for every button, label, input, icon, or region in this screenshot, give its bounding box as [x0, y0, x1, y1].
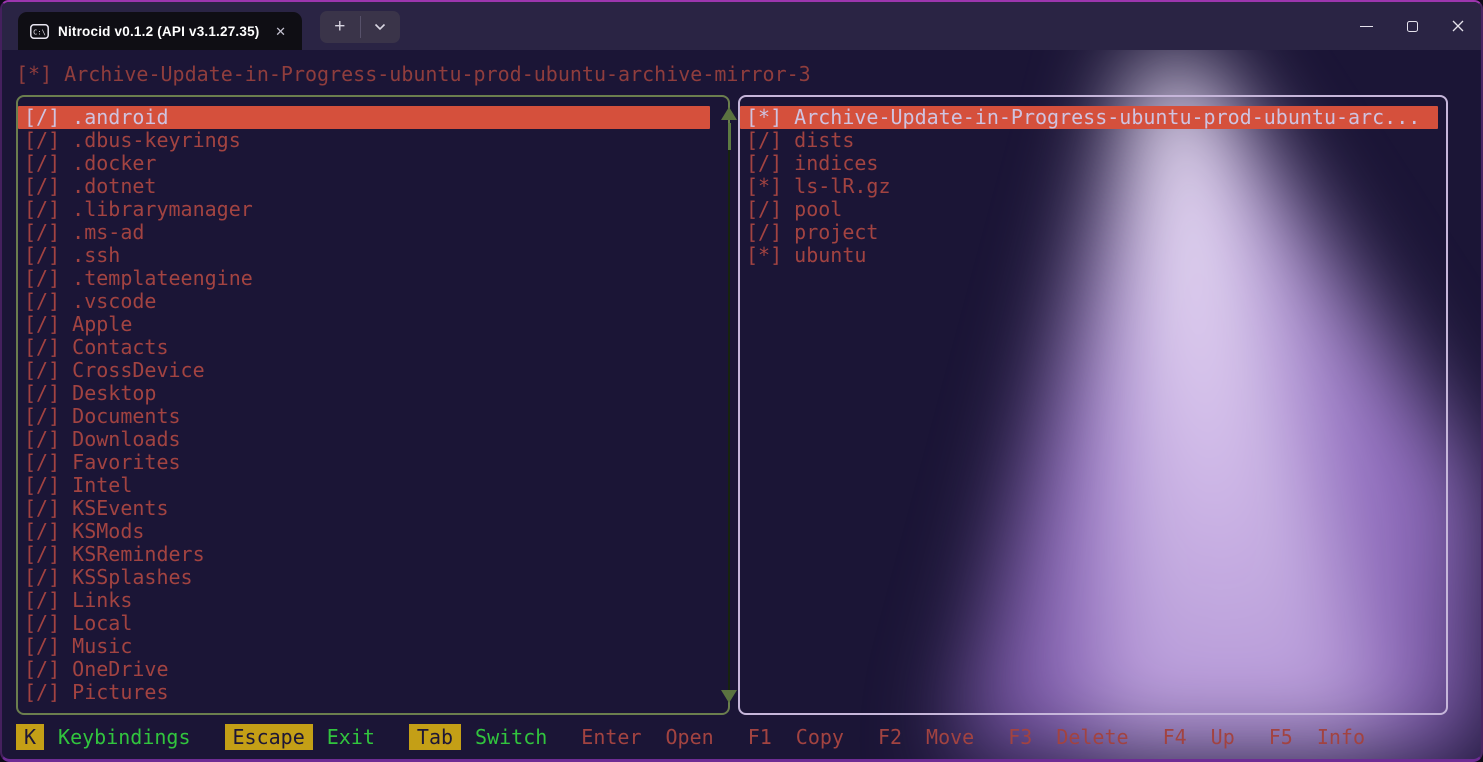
key-label: F2: [878, 725, 902, 749]
file-list-item[interactable]: [/] Intel: [18, 474, 710, 497]
file-list-item[interactable]: [/] .ms-ad: [18, 221, 710, 244]
keybinding[interactable]: K Keybindings: [16, 724, 191, 750]
key-label: Escape: [225, 724, 313, 750]
action-label: Up: [1211, 725, 1235, 749]
window-controls: [1343, 2, 1481, 50]
file-list-item[interactable]: [/] .dbus-keyrings: [18, 129, 710, 152]
chevron-down-icon: [374, 23, 386, 31]
file-list-item[interactable]: [/] KSMods: [18, 520, 710, 543]
action-label: Open: [666, 725, 714, 749]
file-list-item[interactable]: [/] Downloads: [18, 428, 710, 451]
close-button[interactable]: [1435, 2, 1481, 50]
file-list-item[interactable]: [/] KSEvents: [18, 497, 710, 520]
tab-close-icon[interactable]: ✕: [269, 23, 292, 40]
file-list-item[interactable]: [/] dists: [740, 129, 1438, 152]
key-label: F3: [1008, 725, 1032, 749]
file-list-item[interactable]: [/] .templateengine: [18, 267, 710, 290]
terminal-content: [*] Archive-Update-in-Progress-ubuntu-pr…: [2, 50, 1481, 759]
left-file-list: [/] .android[/] .dbus-keyrings[/] .docke…: [18, 97, 728, 704]
terminal-window: C:\ Nitrocid v0.1.2 (API v3.1.27.35) ✕ +: [0, 0, 1483, 762]
file-list-item[interactable]: [/] Desktop: [18, 382, 710, 405]
scroll-down-icon[interactable]: [721, 690, 737, 703]
file-list-item[interactable]: [/] Links: [18, 589, 710, 612]
file-list-item[interactable]: [/] .vscode: [18, 290, 710, 313]
file-list-item[interactable]: [/] KSSplashes: [18, 566, 710, 589]
action-label: Keybindings: [58, 725, 190, 749]
key-label: Enter: [581, 725, 641, 749]
maximize-icon: [1407, 21, 1418, 32]
file-list-item[interactable]: [/] Contacts: [18, 336, 710, 359]
keybinding[interactable]: F2 Move: [878, 725, 974, 749]
file-list-item[interactable]: [/] KSReminders: [18, 543, 710, 566]
action-label: Exit: [327, 725, 375, 749]
keybinding[interactable]: F5 Info: [1269, 725, 1365, 749]
tab-dropdown-button[interactable]: [361, 11, 401, 43]
maximize-button[interactable]: [1389, 2, 1435, 50]
keybinding[interactable]: Tab Switch: [409, 724, 547, 750]
file-list-item[interactable]: [/] OneDrive: [18, 658, 710, 681]
left-panel: [/] .android[/] .dbus-keyrings[/] .docke…: [16, 95, 730, 715]
action-label: Info: [1317, 725, 1365, 749]
tab-title: Nitrocid v0.1.2 (API v3.1.27.35): [58, 24, 260, 39]
minimize-icon: [1360, 26, 1373, 27]
scrollbar[interactable]: [720, 107, 738, 703]
minimize-button[interactable]: [1343, 2, 1389, 50]
keybinding[interactable]: Enter Open: [581, 725, 713, 749]
key-label: F1: [748, 725, 772, 749]
file-manager-panels: [/] .android[/] .dbus-keyrings[/] .docke…: [16, 95, 1481, 715]
key-label: F4: [1163, 725, 1187, 749]
scrollbar-thumb[interactable]: [728, 123, 731, 150]
file-list-item[interactable]: [/] .librarymanager: [18, 198, 710, 221]
file-list-item[interactable]: [/] pool: [740, 198, 1438, 221]
scrollbar-track[interactable]: [728, 150, 730, 690]
action-label: Copy: [796, 725, 844, 749]
right-file-list: [*] Archive-Update-in-Progress-ubuntu-pr…: [740, 97, 1446, 267]
keybinding[interactable]: F3 Delete: [1008, 725, 1128, 749]
file-list-item[interactable]: [/] .android: [18, 106, 710, 129]
file-list-item[interactable]: [/] indices: [740, 152, 1438, 175]
key-label: K: [16, 724, 44, 750]
key-label: F5: [1269, 725, 1293, 749]
titlebar: C:\ Nitrocid v0.1.2 (API v3.1.27.35) ✕ +: [2, 2, 1481, 50]
file-list-item[interactable]: [/] .ssh: [18, 244, 710, 267]
keybindings-bar: K Keybindings Escape Exit Tab Switch Ent…: [16, 715, 1481, 759]
action-label: Move: [926, 725, 974, 749]
right-panel: [*] Archive-Update-in-Progress-ubuntu-pr…: [738, 95, 1448, 715]
action-label: Switch: [475, 725, 547, 749]
keybinding[interactable]: F4 Up: [1163, 725, 1235, 749]
keybinding[interactable]: Escape Exit: [225, 724, 375, 750]
file-list-item[interactable]: [/] .dotnet: [18, 175, 710, 198]
file-list-item[interactable]: [*] Archive-Update-in-Progress-ubuntu-pr…: [740, 106, 1438, 129]
file-list-item[interactable]: [/] project: [740, 221, 1438, 244]
file-list-item[interactable]: [/] Favorites: [18, 451, 710, 474]
file-list-item[interactable]: [*] ls-lR.gz: [740, 175, 1438, 198]
tab-nitrocid[interactable]: C:\ Nitrocid v0.1.2 (API v3.1.27.35) ✕: [18, 12, 302, 50]
scroll-up-icon[interactable]: [721, 107, 737, 120]
file-list-item[interactable]: [/] CrossDevice: [18, 359, 710, 382]
svg-text:C:\: C:\: [33, 28, 46, 36]
tabbar-buttons: +: [320, 11, 400, 43]
file-list-item[interactable]: [/] Local: [18, 612, 710, 635]
file-list-item[interactable]: [/] Apple: [18, 313, 710, 336]
new-tab-button[interactable]: +: [320, 11, 360, 42]
file-list-item[interactable]: [/] Music: [18, 635, 710, 658]
file-list-item[interactable]: [/] .docker: [18, 152, 710, 175]
current-selection-status: [*] Archive-Update-in-Progress-ubuntu-pr…: [16, 62, 1481, 86]
key-label: Tab: [409, 724, 461, 750]
keybinding[interactable]: F1 Copy: [748, 725, 844, 749]
file-list-item[interactable]: [*] ubuntu: [740, 244, 1438, 267]
file-list-item[interactable]: [/] Pictures: [18, 681, 710, 704]
terminal-icon: C:\: [30, 24, 49, 39]
action-label: Delete: [1056, 725, 1128, 749]
file-list-item[interactable]: [/] Documents: [18, 405, 710, 428]
close-icon: [1451, 19, 1465, 33]
